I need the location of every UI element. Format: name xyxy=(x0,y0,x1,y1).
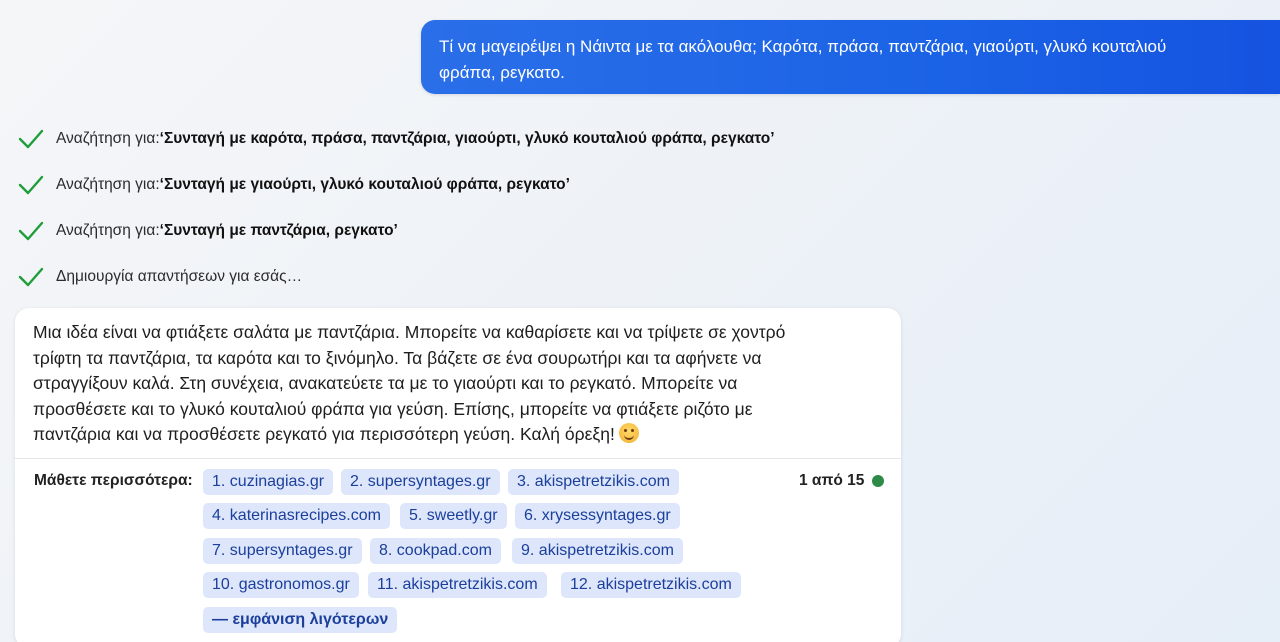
status-row: Αναζήτηση για: ‘Συνταγή με γιαούρτι, γλυ… xyxy=(18,171,775,198)
answer-line: Μια ιδέα είναι να φτιάξετε σαλάτα με παν… xyxy=(33,322,786,342)
answer-text: Μια ιδέα είναι να φτιάξετε σαλάτα με παν… xyxy=(33,320,883,448)
answer-card: Μια ιδέα είναι να φτιάξετε σαλάτα με παν… xyxy=(15,308,901,642)
divider xyxy=(15,458,901,459)
answer-line: στραγγίξουν καλά. Στη συνέχεια, ανακατεύ… xyxy=(33,373,738,393)
check-icon xyxy=(18,221,44,241)
status-prefix: Αναζήτηση για: xyxy=(56,175,160,193)
status-prefix: Δημιουργία απαντήσεων για εσάς… xyxy=(56,268,303,286)
status-row: Αναζήτηση για: ‘Συνταγή με καρότα, πράσα… xyxy=(18,125,775,152)
source-link-10[interactable]: 10. gastronomos.gr xyxy=(203,572,359,598)
source-link-1[interactable]: 1. cuzinagias.gr xyxy=(203,469,334,495)
source-link-3[interactable]: 3. akispetretzikis.com xyxy=(508,469,679,495)
status-query: ‘Συνταγή με παντζάρια, ρεγκατο’ xyxy=(159,222,398,240)
status-prefix: Αναζήτηση για: xyxy=(56,222,160,240)
check-icon xyxy=(18,268,44,287)
answer-line: παντζάρια και να προσθέσετε ρεγκατό για … xyxy=(33,424,615,444)
check-icon xyxy=(18,175,44,194)
page-count-text: 1 από 15 xyxy=(799,472,865,489)
user-message-line-1: Τί να μαγειρέψει η Νάιντα με τα ακόλουθα… xyxy=(439,37,1167,56)
source-link-9[interactable]: 9. akispetretzikis.com xyxy=(512,538,683,564)
source-link-2[interactable]: 2. supersyntages.gr xyxy=(341,469,500,495)
source-link-6[interactable]: 6. xrysessyntages.gr xyxy=(515,503,680,529)
answer-line-last: παντζάρια και να προσθέσετε ρεγκατό για … xyxy=(33,422,883,448)
user-message-bubble: Τί να μαγειρέψει η Νάιντα με τα ακόλουθα… xyxy=(421,20,1280,94)
status-query: ‘Συνταγή με καρότα, πράσα, παντζάρια, γι… xyxy=(159,129,775,147)
source-link-11[interactable]: 11. akispetretzikis.com xyxy=(368,572,547,598)
status-query: ‘Συνταγή με γιαούρτι, γλυκό κουταλιού φρ… xyxy=(159,175,570,193)
source-link-5[interactable]: 5. sweetly.gr xyxy=(400,503,507,529)
status-row: Αναζήτηση για: ‘Συνταγή με παντζάρια, ρε… xyxy=(18,218,775,245)
learn-more-label: Μάθετε περισσότερα: xyxy=(34,472,193,489)
source-link-4[interactable]: 4. katerinasrecipes.com xyxy=(203,503,390,529)
user-message-line-2: φράπα, ρεγκατο. xyxy=(439,63,565,82)
page-counter: 1 από 15 xyxy=(799,472,885,490)
source-link-12[interactable]: 12. akispetretzikis.com xyxy=(561,572,741,598)
status-prefix: Αναζήτηση για: xyxy=(56,129,160,147)
source-link-8[interactable]: 8. cookpad.com xyxy=(370,538,501,564)
show-less-button[interactable]: — εμφάνιση λιγότερων xyxy=(203,607,398,633)
answer-line: τρίφτη τα παντζάρια, τα καρότα και το ξι… xyxy=(33,347,762,368)
source-link-7[interactable]: 7. supersyntages.gr xyxy=(203,538,362,564)
status-dot-icon xyxy=(872,475,885,487)
check-icon xyxy=(18,129,44,148)
status-row: Δημιουργία απαντήσεων για εσάς… xyxy=(18,264,775,291)
smiling-face-emoji-icon xyxy=(618,423,639,443)
search-status-list: Αναζήτηση για: ‘Συνταγή με καρότα, πράσα… xyxy=(18,125,775,310)
answer-line: προσθέσετε και το γλυκό κουταλιού φράπα … xyxy=(33,398,753,419)
